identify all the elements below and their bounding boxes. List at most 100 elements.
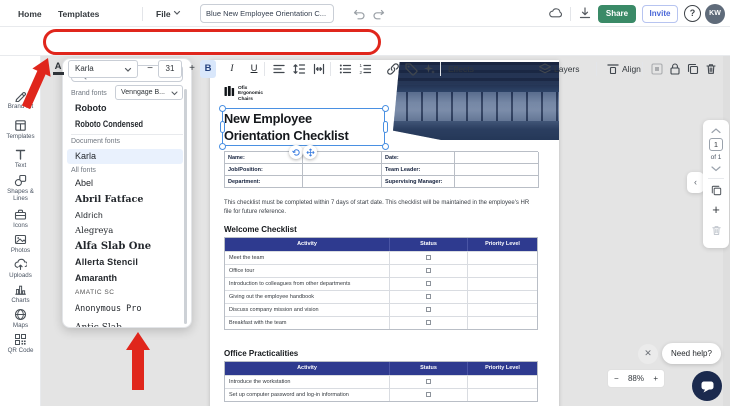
- download-icon[interactable]: [578, 6, 592, 20]
- font-option-aldrich[interactable]: Aldrich: [75, 210, 103, 220]
- info-value[interactable]: [303, 176, 382, 188]
- bold-button[interactable]: B: [200, 60, 216, 78]
- current-page-box[interactable]: 1: [709, 138, 723, 151]
- link-icon[interactable]: [386, 62, 400, 76]
- delete-page-icon[interactable]: [710, 224, 723, 237]
- font-size-decrease[interactable]: −: [144, 60, 156, 78]
- priority-cell[interactable]: [468, 252, 537, 264]
- effects-button[interactable]: Effects: [448, 64, 474, 74]
- table-row[interactable]: Giving out the employee handbook: [225, 290, 537, 303]
- sidebar-item-brand-kit[interactable]: Brand Kit: [0, 89, 41, 111]
- intro-paragraph[interactable]: This checklist must be completed within …: [224, 199, 534, 216]
- nav-home[interactable]: Home: [18, 9, 42, 19]
- avatar[interactable]: KW: [705, 4, 725, 24]
- priority-cell[interactable]: [468, 265, 537, 277]
- section-heading-welcome[interactable]: Welcome Checklist: [224, 225, 297, 234]
- align-button[interactable]: Align: [622, 64, 641, 74]
- cloud-sync-icon[interactable]: [548, 6, 562, 20]
- status-checkbox[interactable]: [426, 307, 431, 313]
- layers-icon[interactable]: [538, 62, 552, 76]
- status-checkbox[interactable]: [426, 255, 431, 261]
- info-label[interactable]: Date:: [382, 152, 455, 164]
- zoom-in-button[interactable]: +: [653, 374, 658, 383]
- underline-button[interactable]: U: [246, 60, 262, 78]
- file-menu[interactable]: File: [156, 9, 181, 19]
- status-checkbox[interactable]: [426, 392, 431, 398]
- info-label[interactable]: Supervising Manager:: [382, 176, 455, 188]
- practicalities-table[interactable]: Activity Status Priority Level Introduce…: [224, 361, 538, 402]
- sidebar-item-text[interactable]: Text: [0, 148, 41, 170]
- font-option-abril-fatface[interactable]: Abril Fatface: [75, 194, 143, 205]
- document-page[interactable]: Ofix Ergonomic Chairs New Employee Orien…: [210, 60, 559, 406]
- line-spacing-icon[interactable]: [292, 62, 306, 76]
- duplicate-page-icon[interactable]: [710, 184, 723, 197]
- priority-cell[interactable]: [468, 278, 537, 290]
- font-option-allerta-stencil[interactable]: Allerta Stencil: [75, 257, 138, 267]
- table-row[interactable]: Introduce the workstation: [225, 375, 537, 388]
- table-row[interactable]: Meet the team: [225, 251, 537, 264]
- table-row[interactable]: Office tour: [225, 264, 537, 277]
- nav-templates[interactable]: Templates: [58, 9, 99, 19]
- font-option-alfa-slab-one[interactable]: Alfa Slab One: [75, 241, 151, 252]
- magic-sparkle-icon[interactable]: [422, 62, 436, 76]
- selection-handle-right[interactable]: [382, 121, 388, 133]
- invite-button[interactable]: Invite: [642, 5, 678, 23]
- info-value[interactable]: [455, 164, 539, 176]
- chat-support-button[interactable]: [692, 371, 722, 401]
- font-option-karla-selected[interactable]: Karla: [67, 149, 183, 164]
- sidebar-item-photos[interactable]: Photos: [0, 233, 41, 255]
- letter-spacing-icon[interactable]: [312, 62, 326, 76]
- text-color-button[interactable]: A: [52, 61, 64, 75]
- tag-icon[interactable]: [404, 62, 418, 76]
- info-label[interactable]: Department:: [225, 176, 303, 188]
- font-option-amaranth[interactable]: Amaranth: [75, 273, 117, 283]
- lock-icon[interactable]: [668, 62, 682, 76]
- sidebar-item-icons[interactable]: Icons: [0, 208, 41, 230]
- align-icon[interactable]: [606, 62, 620, 76]
- welcome-checklist-table[interactable]: Activity Status Priority Level Meet the …: [224, 237, 538, 330]
- page-up-icon[interactable]: [711, 128, 721, 134]
- section-heading-practicalities[interactable]: Office Practicalities: [224, 349, 298, 358]
- brand-fonts-dropdown[interactable]: Venngage B...: [115, 85, 183, 100]
- font-option-amatic-sc[interactable]: AMATIC SC: [75, 289, 114, 296]
- undo-icon[interactable]: [352, 7, 366, 21]
- selection-handle-top-left[interactable]: [218, 104, 226, 112]
- sidebar-item-charts[interactable]: Charts: [0, 283, 41, 305]
- selection-handle-left[interactable]: [219, 121, 225, 133]
- info-value[interactable]: [455, 176, 539, 188]
- status-checkbox[interactable]: [426, 281, 431, 287]
- priority-cell[interactable]: [468, 376, 537, 388]
- selection-handle-bottom-right[interactable]: [381, 142, 389, 150]
- employee-info-table[interactable]: Name: Date: Job/Position: Team Leader: D…: [224, 151, 539, 188]
- layers-button[interactable]: Layers: [554, 64, 580, 74]
- zoom-level[interactable]: 88%: [628, 374, 644, 383]
- priority-cell[interactable]: [468, 389, 537, 401]
- status-checkbox[interactable]: [426, 320, 431, 326]
- font-family-select[interactable]: Karla: [68, 60, 138, 78]
- font-option-roboto[interactable]: Roboto: [75, 103, 107, 113]
- numbered-list-icon[interactable]: 1 2: [358, 62, 372, 76]
- priority-cell[interactable]: [468, 317, 537, 329]
- priority-cell[interactable]: [468, 291, 537, 303]
- table-row[interactable]: Breakfast with the team: [225, 316, 537, 329]
- need-help-button[interactable]: Need help?: [662, 343, 721, 364]
- sidebar-item-maps[interactable]: Maps: [0, 308, 41, 330]
- font-option-roboto-condensed[interactable]: Roboto Condensed: [75, 119, 143, 129]
- font-option-alegreya[interactable]: Alegreya: [75, 226, 113, 236]
- bullet-list-icon[interactable]: [338, 62, 352, 76]
- position-icon[interactable]: [650, 62, 664, 76]
- font-panel-scrollbar[interactable]: [184, 89, 187, 324]
- dismiss-help-button[interactable]: ✕: [638, 344, 658, 364]
- page-down-icon[interactable]: [711, 166, 721, 172]
- info-label[interactable]: Team Leader:: [382, 164, 455, 176]
- table-row[interactable]: Set up computer password and log-in info…: [225, 388, 537, 401]
- help-button[interactable]: ?: [684, 5, 701, 22]
- move-handle[interactable]: [303, 145, 317, 159]
- info-label[interactable]: Job/Position:: [225, 164, 303, 176]
- sidebar-item-qr-code[interactable]: QR Code: [0, 333, 41, 355]
- font-size-value[interactable]: 31: [158, 60, 182, 78]
- font-option-antic-slab[interactable]: Antic Slab: [75, 323, 122, 327]
- italic-button[interactable]: I: [224, 60, 240, 78]
- info-value[interactable]: [303, 164, 382, 176]
- sidebar-item-uploads[interactable]: Uploads: [0, 258, 41, 280]
